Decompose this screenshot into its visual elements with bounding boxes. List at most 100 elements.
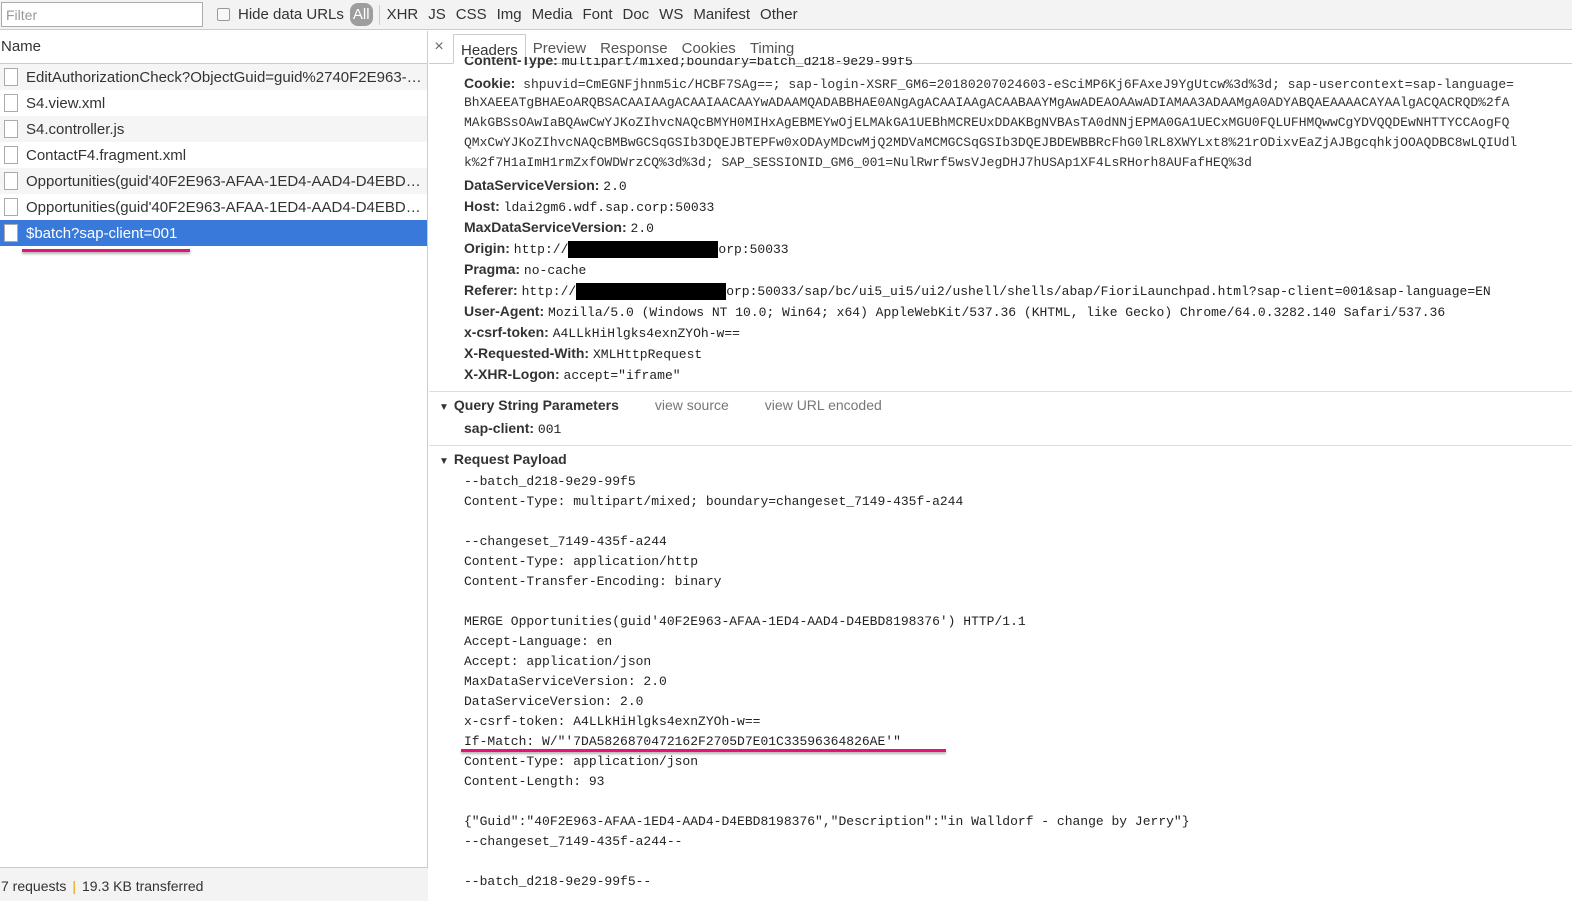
redacted-block bbox=[576, 282, 727, 300]
payload-line bbox=[429, 852, 1572, 872]
file-icon bbox=[4, 94, 18, 112]
transferred-size: 19.3 KB transferred bbox=[82, 878, 204, 894]
divider bbox=[378, 4, 380, 25]
request-row[interactable]: S4.view.xml bbox=[0, 90, 427, 116]
filter-all[interactable]: All bbox=[349, 3, 373, 26]
payload-line: x-csrf-token: A4LLkHiHlgks4exnZYOh-w== bbox=[464, 714, 761, 729]
header-name: X-Requested-With: bbox=[464, 345, 590, 361]
file-icon bbox=[4, 68, 18, 86]
request-list: EditAuthorizationCheck?ObjectGuid=guid%2… bbox=[0, 64, 427, 246]
request-name: S4.view.xml bbox=[26, 94, 106, 112]
header-row: Origin: http://orp:50033 bbox=[464, 240, 789, 258]
header-name: MaxDataServiceVersion: bbox=[464, 219, 627, 235]
triangle-down-icon: ▼ bbox=[439, 402, 449, 413]
payload-line: Content-Type: application/json bbox=[464, 754, 699, 769]
header-name: Pragma: bbox=[464, 261, 521, 277]
request-list-pane: Name EditAuthorizationCheck?ObjectGuid=g… bbox=[0, 31, 428, 901]
header-name: Referer: bbox=[464, 282, 518, 298]
payload-line: MaxDataServiceVersion: 2.0 bbox=[464, 674, 667, 689]
view-url-encoded-link[interactable]: view URL encoded bbox=[765, 397, 882, 413]
filter-js[interactable]: JS bbox=[423, 6, 451, 23]
hide-data-urls-checkbox[interactable]: Hide data URLs bbox=[217, 6, 344, 23]
view-source-link[interactable]: view source bbox=[655, 397, 729, 413]
request-name: Opportunities(guid'40F2E963-AFAA-1ED4-AA… bbox=[26, 172, 424, 190]
header-name: Origin: bbox=[464, 240, 510, 256]
payload-line: --changeset_7149-435f-a244 bbox=[464, 534, 667, 549]
filter-css[interactable]: CSS bbox=[451, 6, 492, 23]
header-row: Pragma: no-cache bbox=[464, 261, 587, 278]
request-row[interactable]: Opportunities(guid'40F2E963-AFAA-1ED4-AA… bbox=[0, 168, 427, 194]
header-row: X-XHR-Logon: accept="iframe" bbox=[464, 366, 681, 383]
request-row[interactable]: ContactF4.fragment.xml bbox=[0, 142, 427, 168]
filter-media[interactable]: Media bbox=[527, 6, 578, 23]
file-icon bbox=[4, 172, 18, 190]
checkbox-icon[interactable] bbox=[217, 8, 230, 21]
payload-line: DataServiceVersion: 2.0 bbox=[464, 694, 644, 709]
payload-line: --batch_d218-9e29-99f5-- bbox=[464, 874, 652, 889]
request-name: EditAuthorizationCheck?ObjectGuid=guid%2… bbox=[26, 68, 424, 86]
payload-line: Content-Transfer-Encoding: binary bbox=[464, 574, 722, 589]
payload-line: Content-Length: 93 bbox=[464, 774, 605, 789]
request-row[interactable]: S4.controller.js bbox=[0, 116, 427, 142]
payload-line: --batch_d218-9e29-99f5 bbox=[464, 474, 636, 489]
payload-line bbox=[429, 512, 1572, 532]
resource-type-filters: All XHR JS CSS Img Media Font Doc WS Man… bbox=[349, 3, 803, 26]
request-name: ContactF4.fragment.xml bbox=[26, 146, 187, 164]
annotation-underline bbox=[461, 749, 946, 752]
header-row: Referer: http://orp:50033/sap/bc/ui5_ui5… bbox=[464, 282, 1491, 300]
payload-line: MERGE Opportunities(guid'40F2E963-AFAA-1… bbox=[464, 614, 1026, 629]
request-name: $batch?sap-client=001 bbox=[26, 224, 178, 242]
payload-line: Accept-Language: en bbox=[464, 634, 613, 649]
query-string-section: ▼ Query String Parameters view source view … bbox=[429, 391, 1572, 439]
query-string-toggle[interactable]: ▼ Query String Parameters view source view … bbox=[429, 392, 1572, 418]
request-count: 7 requests bbox=[1, 878, 67, 894]
request-payload-toggle[interactable]: ▼ Request Payload bbox=[429, 446, 1572, 472]
payload-line: Content-Type: multipart/mixed; boundary=… bbox=[464, 494, 964, 509]
header-row: x-csrf-token: A4LLkHiHlgks4exnZYOh-w== bbox=[464, 324, 740, 341]
payload-line: --changeset_7149-435f-a244-- bbox=[464, 834, 683, 849]
request-payload-section: ▼ Request Payload --batch_d218-9e29-99f5 C… bbox=[429, 445, 1572, 892]
request-row[interactable]: EditAuthorizationCheck?ObjectGuid=guid%2… bbox=[0, 64, 427, 90]
header-cookie: Cookie: shpuvid=CmEGNFjhnm5ic/HCBF7SAg==… bbox=[464, 75, 1514, 92]
status-bar: 7 requests | 19.3 KB transferred bbox=[0, 867, 428, 901]
request-name: Opportunities(guid'40F2E963-AFAA-1ED4-AA… bbox=[26, 198, 424, 216]
filter-xhr[interactable]: XHR bbox=[382, 6, 424, 23]
payload-line: Accept: application/json bbox=[464, 654, 652, 669]
file-icon bbox=[4, 224, 18, 242]
header-name: DataServiceVersion: bbox=[464, 177, 600, 193]
hide-data-urls-label: Hide data URLs bbox=[238, 6, 344, 23]
header-row: MaxDataServiceVersion: 2.0 bbox=[464, 219, 654, 236]
header-content-type: Content-Type: multipart/mixed;boundary=b… bbox=[464, 57, 913, 69]
request-row[interactable]: $batch?sap-client=001 bbox=[0, 220, 427, 246]
filter-doc[interactable]: Doc bbox=[617, 6, 654, 23]
redacted-block bbox=[568, 240, 719, 258]
header-name: User-Agent: bbox=[464, 303, 545, 319]
header-row: Host: ldai2gm6.wdf.sap.corp:50033 bbox=[464, 198, 715, 215]
payload-line bbox=[429, 592, 1572, 612]
annotation-underline bbox=[22, 249, 190, 252]
file-icon bbox=[4, 198, 18, 216]
filter-other[interactable]: Other bbox=[755, 6, 803, 23]
header-row: User-Agent: Mozilla/5.0 (Windows NT 10.0… bbox=[464, 303, 1446, 320]
header-row: X-Requested-With: XMLHttpRequest bbox=[464, 345, 703, 362]
cookie-line: QMxCwYJKoZIhvcNAQcBMBwGCSqGSIb3DQEJBTEPF… bbox=[464, 135, 1518, 150]
header-name: X-XHR-Logon: bbox=[464, 366, 560, 382]
name-column-header[interactable]: Name bbox=[0, 31, 427, 64]
filter-font[interactable]: Font bbox=[577, 6, 617, 23]
filter-ws[interactable]: WS bbox=[654, 6, 688, 23]
request-row[interactable]: Opportunities(guid'40F2E963-AFAA-1ED4-AA… bbox=[0, 194, 427, 220]
header-name: x-csrf-token: bbox=[464, 324, 549, 340]
request-name: S4.controller.js bbox=[26, 120, 125, 138]
request-detail-pane: × Headers Preview Response Cookies Timin… bbox=[429, 31, 1572, 901]
cookie-line: MAkGBSsOAwIaBQAwCwYJKoZIhvcNAQcBMYH0MIHx… bbox=[464, 115, 1510, 130]
header-name: Host: bbox=[464, 198, 500, 214]
close-icon[interactable]: × bbox=[429, 38, 449, 56]
filter-img[interactable]: Img bbox=[492, 6, 527, 23]
headers-content: Content-Type: multipart/mixed;boundary=b… bbox=[429, 57, 1572, 892]
filter-manifest[interactable]: Manifest bbox=[688, 6, 755, 23]
filter-input[interactable] bbox=[1, 2, 203, 27]
payload-line bbox=[429, 792, 1572, 812]
triangle-down-icon: ▼ bbox=[439, 456, 449, 467]
cookie-line: BhXAEEATgBHAEoARQBSACAAIAAgACAAIAACAAYwA… bbox=[464, 95, 1510, 110]
divider: | bbox=[72, 878, 77, 894]
